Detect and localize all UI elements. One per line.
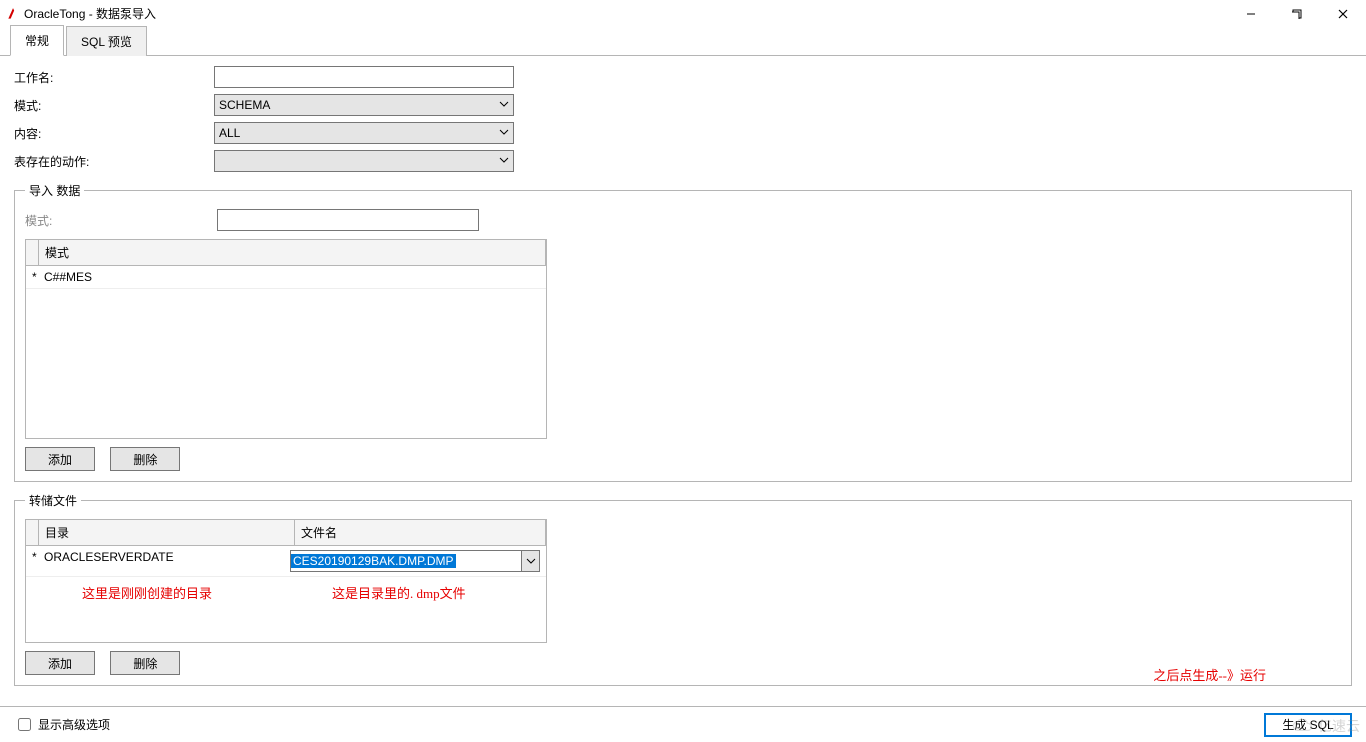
show-advanced-input[interactable] xyxy=(18,718,31,731)
app-icon xyxy=(6,7,20,21)
dump-file-cell-wrap: CES20190129BAK.DMP.DMP xyxy=(284,546,546,576)
content-pane: 工作名: 模式: SCHEMA 内容: ALL 表存在的动作: xyxy=(0,56,1366,706)
chevron-down-icon xyxy=(521,551,539,571)
dump-delete-button[interactable]: 删除 xyxy=(110,651,180,675)
window-title: OracleTong - 数据泵导入 xyxy=(24,5,156,22)
tab-sql-preview[interactable]: SQL 预览 xyxy=(66,26,147,56)
annotation-file: 这是目录里的. dmp文件 xyxy=(332,583,466,602)
annotation-dir: 这里是刚刚创建的目录 xyxy=(82,583,212,602)
maximize-button[interactable] xyxy=(1274,0,1320,28)
mode-select-value: SCHEMA xyxy=(219,98,270,112)
tableaction-select[interactable] xyxy=(214,150,514,172)
jobname-label: 工作名: xyxy=(14,69,214,86)
chevron-down-icon xyxy=(499,126,509,140)
window-controls xyxy=(1228,0,1366,28)
schema-grid: 模式 * C##MES xyxy=(25,239,547,439)
dump-dir-cell[interactable]: ORACLESERVERDATE xyxy=(38,546,284,576)
schema-grid-row[interactable]: * C##MES xyxy=(26,266,546,289)
app-window: OracleTong - 数据泵导入 常规 SQL 预览 工作名: 模式: SC… xyxy=(0,0,1366,742)
content-select[interactable]: ALL xyxy=(214,122,514,144)
content-label: 内容: xyxy=(14,125,214,142)
schema-add-button[interactable]: 添加 xyxy=(25,447,95,471)
dump-add-button[interactable]: 添加 xyxy=(25,651,95,675)
chevron-down-icon xyxy=(499,98,509,112)
jobname-input[interactable] xyxy=(214,66,514,88)
dump-grid-marker-col xyxy=(26,520,39,545)
dump-grid-header-file[interactable]: 文件名 xyxy=(295,520,546,545)
dump-files-group: 转储文件 目录 文件名 * ORACLESERVERDATE CES201901… xyxy=(14,492,1352,686)
tab-bar: 常规 SQL 预览 xyxy=(0,28,1366,56)
content-select-value: ALL xyxy=(219,126,240,140)
dump-grid-row[interactable]: * ORACLESERVERDATE CES20190129BAK.DMP.DM… xyxy=(26,546,546,577)
dump-grid: 目录 文件名 * ORACLESERVERDATE CES20190129BAK… xyxy=(25,519,547,643)
import-mode-label: 模式: xyxy=(25,212,217,229)
dump-files-legend: 转储文件 xyxy=(25,492,81,509)
dump-file-value: CES20190129BAK.DMP.DMP xyxy=(291,554,456,568)
tab-general[interactable]: 常规 xyxy=(10,25,64,56)
chevron-down-icon xyxy=(499,154,509,168)
import-data-legend: 导入 数据 xyxy=(25,182,84,199)
schema-delete-button[interactable]: 删除 xyxy=(110,447,180,471)
tableaction-label: 表存在的动作: xyxy=(14,153,214,170)
mode-label: 模式: xyxy=(14,97,214,114)
minimize-button[interactable] xyxy=(1228,0,1274,28)
schema-grid-cell[interactable]: C##MES xyxy=(38,266,546,288)
row-marker: * xyxy=(26,546,38,576)
annotation-footer: 之后点生成--》运行 xyxy=(1153,665,1266,684)
cloud-icon xyxy=(1292,719,1314,733)
footer-bar: 显示高级选项 生成 SQL xyxy=(0,706,1366,742)
schema-grid-header-mode[interactable]: 模式 xyxy=(39,240,546,265)
close-button[interactable] xyxy=(1320,0,1366,28)
titlebar: OracleTong - 数据泵导入 xyxy=(0,0,1366,28)
import-mode-input[interactable] xyxy=(217,209,479,231)
show-advanced-checkbox[interactable]: 显示高级选项 xyxy=(14,715,110,734)
watermark: 亿速云 xyxy=(1292,716,1360,736)
import-data-group: 导入 数据 模式: 模式 * C##MES 添加 删除 xyxy=(14,182,1352,482)
show-advanced-label: 显示高级选项 xyxy=(38,716,110,733)
dump-grid-header-dir[interactable]: 目录 xyxy=(39,520,295,545)
schema-grid-marker-col xyxy=(26,240,39,265)
dump-file-select[interactable]: CES20190129BAK.DMP.DMP xyxy=(290,550,540,572)
mode-select[interactable]: SCHEMA xyxy=(214,94,514,116)
row-marker: * xyxy=(26,266,38,288)
